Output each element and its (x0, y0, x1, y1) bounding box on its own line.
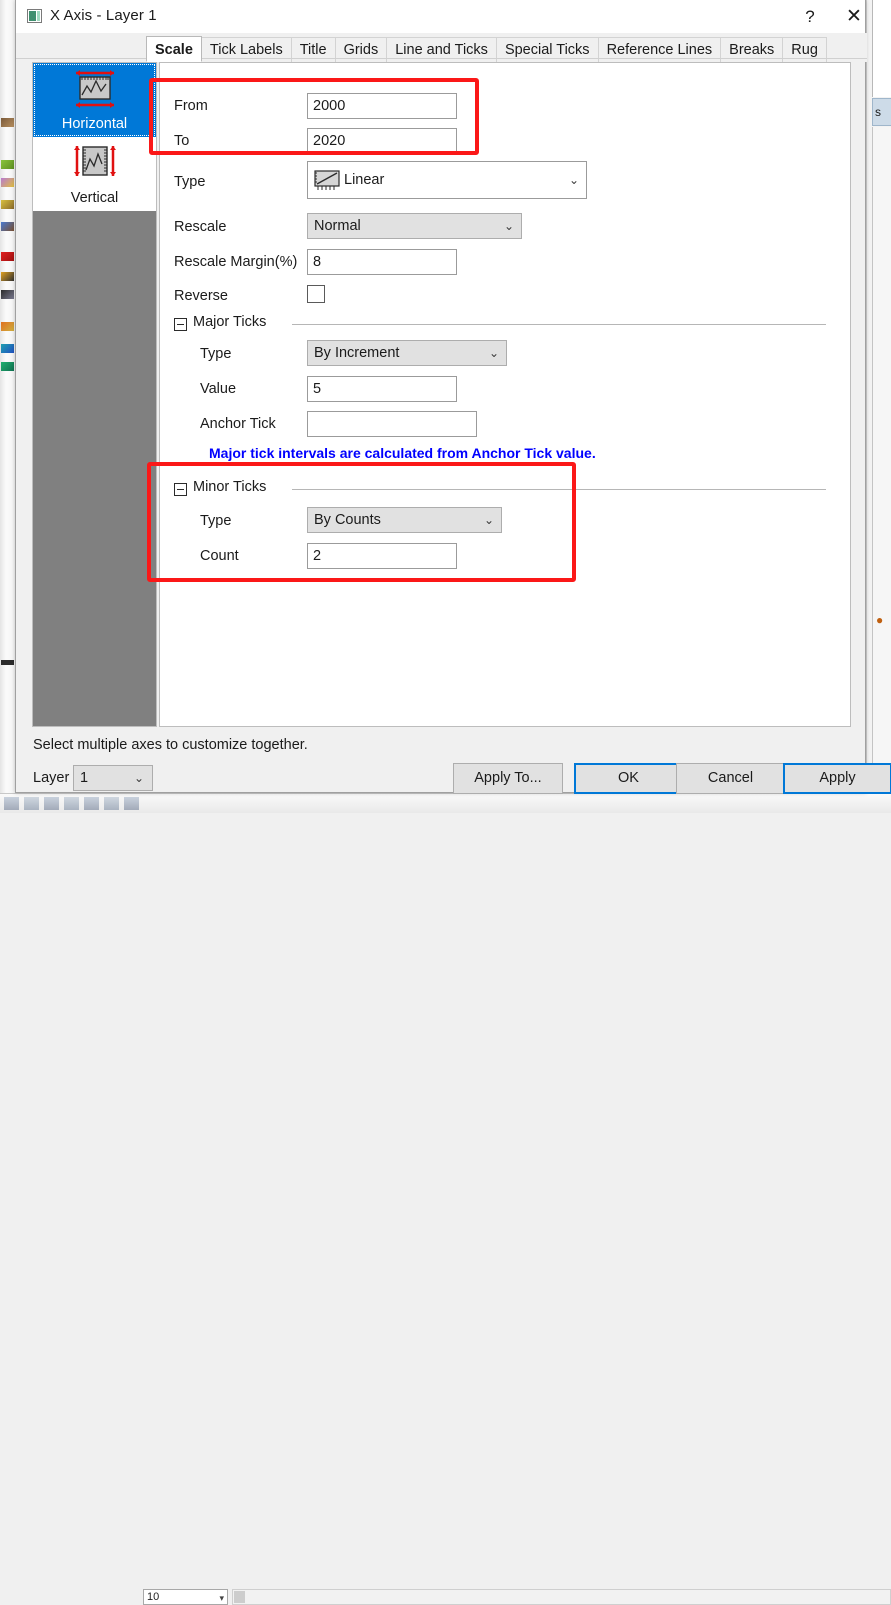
sidebar-item-vertical[interactable]: Vertical (33, 137, 156, 211)
rescale-label: Rescale (174, 219, 227, 235)
tool-icon[interactable] (1, 660, 14, 665)
tool-icon[interactable] (124, 797, 139, 810)
to-label: To (174, 133, 190, 149)
minor-ticks-type-combo[interactable]: By Counts ⌄ (307, 507, 502, 533)
minor-ticks-group-header[interactable]: Minor Ticks (174, 479, 834, 499)
tool-icon[interactable] (104, 797, 119, 810)
help-button[interactable]: ? (789, 0, 831, 33)
background-right-tab[interactable]: s (872, 98, 891, 126)
chevron-down-icon: ⌄ (133, 771, 144, 785)
chevron-down-icon: ⌄ (483, 513, 494, 527)
cancel-button[interactable]: Cancel (676, 763, 785, 794)
scale-settings-panel: From 2000 To 2020 Type Linear ⌄ Rescale … (159, 62, 851, 727)
major-ticks-value-input[interactable]: 5 (307, 376, 457, 402)
tab-scale[interactable]: Scale (146, 36, 202, 62)
anchor-tick-hint: Major tick intervals are calculated from… (209, 445, 596, 461)
tool-icon[interactable] (1, 290, 14, 299)
major-ticks-type-value: By Increment (314, 345, 400, 361)
sidebar-item-horizontal[interactable]: Horizontal (33, 63, 156, 137)
apply-to-button[interactable]: Apply To... (453, 763, 563, 794)
major-ticks-group-header[interactable]: Major Ticks (174, 314, 834, 334)
axis-dialog-icon (27, 9, 42, 23)
axis-list[interactable]: Horizontal Vertical (32, 62, 157, 727)
tool-icon[interactable] (1, 362, 14, 371)
from-input[interactable]: 2000 (307, 93, 457, 119)
tool-icon[interactable] (4, 797, 19, 810)
tool-icon[interactable] (1, 118, 14, 127)
tool-icon[interactable] (24, 797, 39, 810)
minor-ticks-count-label: Count (200, 548, 239, 564)
tool-icon[interactable] (64, 797, 79, 810)
vertical-axis-icon (72, 142, 118, 184)
background-horizontal-scrollbar[interactable] (232, 1589, 891, 1605)
scale-type-value: Linear (344, 172, 385, 188)
horizontal-axis-icon (72, 68, 118, 110)
rescale-margin-input[interactable]: 8 (307, 249, 457, 275)
tool-icon[interactable] (1, 160, 14, 169)
chevron-down-icon: ⌄ (488, 346, 499, 360)
tool-icon[interactable] (1, 252, 14, 261)
from-label: From (174, 98, 208, 114)
tool-icon[interactable] (1, 200, 14, 209)
status-text: Select multiple axes to customize togeth… (33, 737, 308, 753)
rescale-margin-label: Rescale Margin(%) (174, 254, 298, 270)
layer-value: 1 (80, 770, 89, 786)
tool-icon[interactable] (1, 344, 14, 353)
reverse-label: Reverse (174, 288, 228, 304)
to-input[interactable]: 2020 (307, 128, 457, 154)
collapse-icon[interactable] (174, 318, 187, 331)
tool-icon[interactable] (1, 272, 14, 281)
scrollbar-thumb[interactable] (234, 1591, 245, 1603)
background-left-toolbar[interactable] (0, 0, 16, 812)
chevron-down-icon: ⌄ (503, 219, 514, 233)
minor-ticks-group-label: Minor Ticks (193, 479, 273, 495)
type-label: Type (174, 174, 206, 190)
background-bottom-toolbar[interactable]: 10 ▾ (0, 793, 891, 1605)
linear-scale-icon (314, 170, 340, 198)
background-marker-icon: ● (876, 613, 884, 627)
layer-combo[interactable]: 1 ⌄ (73, 765, 153, 791)
tool-icon[interactable] (1, 178, 14, 187)
layer-label: Layer (33, 770, 70, 786)
background-right-lower-panel (872, 127, 891, 812)
x-axis-dialog: X Axis - Layer 1 ? ✕ Scale Tick Labels T… (15, 0, 891, 794)
minor-ticks-type-label: Type (200, 513, 232, 529)
reverse-checkbox[interactable] (307, 285, 325, 303)
tab-underline (16, 58, 867, 59)
rescale-combo[interactable]: Normal ⌄ (307, 213, 522, 239)
chevron-down-icon: ⌄ (568, 173, 579, 187)
major-ticks-type-combo[interactable]: By Increment ⌄ (307, 340, 507, 366)
major-ticks-group-label: Major Ticks (193, 314, 273, 330)
minor-ticks-type-value: By Counts (314, 512, 381, 528)
major-ticks-value-label: Value (200, 381, 237, 397)
rescale-value: Normal (314, 218, 361, 234)
ok-button[interactable]: OK (574, 763, 683, 794)
chevron-down-icon: ▾ (219, 1593, 224, 1603)
tool-icon[interactable] (84, 797, 99, 810)
background-zoom-value: 10 (147, 1591, 160, 1603)
tool-icon[interactable] (44, 797, 59, 810)
minor-ticks-count-input[interactable]: 2 (307, 543, 457, 569)
anchor-tick-input[interactable] (307, 411, 477, 437)
scale-type-combo[interactable]: Linear ⌄ (307, 161, 587, 199)
major-ticks-type-label: Type (200, 346, 232, 362)
close-button[interactable]: ✕ (831, 0, 877, 33)
sidebar-item-label: Vertical (70, 190, 119, 206)
dialog-titlebar[interactable]: X Axis - Layer 1 ? ✕ (16, 0, 865, 33)
anchor-tick-label: Anchor Tick (200, 416, 276, 432)
collapse-icon[interactable] (174, 483, 187, 496)
apply-button[interactable]: Apply (783, 763, 891, 794)
tool-icon[interactable] (1, 222, 14, 231)
background-zoom-combo[interactable]: 10 ▾ (143, 1589, 228, 1605)
axis-list-filler (33, 211, 156, 726)
sidebar-item-label: Horizontal (61, 116, 128, 132)
dialog-title: X Axis - Layer 1 (50, 7, 157, 24)
tool-icon[interactable] (1, 322, 14, 331)
